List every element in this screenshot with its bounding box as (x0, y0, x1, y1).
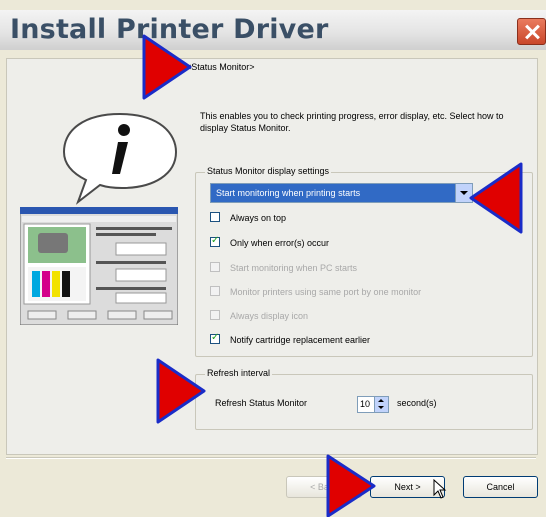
checkbox[interactable] (210, 212, 220, 222)
section-label: <Status Monitor> (186, 62, 255, 72)
close-button[interactable] (517, 18, 546, 45)
checkbox (210, 310, 220, 320)
status-monitor-preview-image (20, 207, 178, 325)
option-label: Notify cartridge replacement earlier (230, 335, 371, 345)
install-printer-driver-window: Install Printer Driver <Status Monitor> … (0, 0, 546, 517)
display-settings-group-title: Status Monitor display settings (205, 166, 332, 176)
dropdown-selected-value: Start monitoring when printing starts (211, 184, 457, 202)
cancel-button[interactable]: Cancel (463, 476, 538, 498)
annotation-arrow-right-icon (142, 34, 192, 100)
option-label: Always display icon (230, 311, 309, 321)
checkbox[interactable] (210, 235, 220, 247)
annotation-arrow-right-icon (156, 358, 206, 424)
spinner-arrows-icon[interactable] (374, 397, 388, 412)
mouse-cursor-icon (433, 479, 447, 499)
option-label: Monitor printers using same port by one … (230, 287, 422, 297)
checkbox (210, 262, 220, 272)
seconds-unit-label: second(s) (397, 398, 437, 408)
refresh-interval-spinner[interactable]: 10 (357, 396, 389, 413)
description-text: This enables you to check printing progr… (200, 111, 504, 133)
refresh-status-monitor-label: Refresh Status Monitor (215, 398, 308, 408)
annotation-arrow-right-icon (326, 454, 376, 517)
spinner-value[interactable]: 10 (360, 399, 370, 409)
option-label: Start monitoring when PC starts (230, 263, 358, 273)
checkbox[interactable] (210, 332, 220, 344)
annotation-arrow-left-icon (469, 162, 523, 234)
button-divider (6, 457, 536, 459)
info-bubble-icon (62, 112, 178, 205)
option-label: Only when error(s) occur (230, 238, 330, 248)
refresh-interval-group-title: Refresh interval (205, 368, 273, 378)
option-label: Always on top (230, 213, 287, 223)
title-bar: Install Printer Driver (0, 10, 546, 51)
monitoring-start-dropdown[interactable]: Start monitoring when printing starts (210, 183, 473, 203)
checkbox (210, 286, 220, 296)
